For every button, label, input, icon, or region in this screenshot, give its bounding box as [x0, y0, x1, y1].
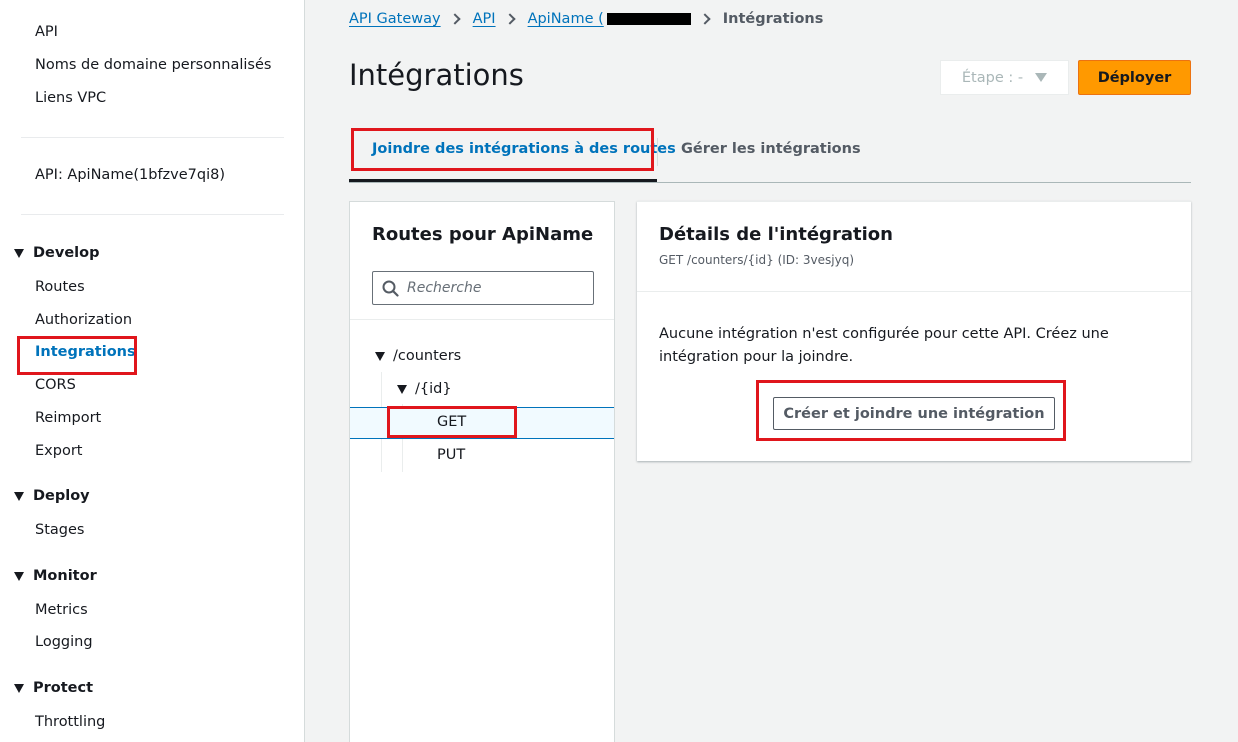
panel-divider	[637, 291, 1191, 292]
breadcrumb-api-name[interactable]: ApiName (	[528, 11, 691, 27]
caret-down-icon	[14, 248, 24, 258]
chevron-right-icon	[448, 13, 461, 25]
integration-details-panel: Détails de l'intégration GET /counters/{…	[637, 201, 1191, 461]
nav-metrics[interactable]: Metrics	[35, 602, 88, 618]
page-title: Intégrations	[349, 58, 524, 92]
route-method-get-label[interactable]: GET	[437, 414, 466, 430]
nav-reimport[interactable]: Reimport	[35, 410, 101, 426]
section-deploy-label: Deploy	[33, 488, 90, 504]
breadcrumb-api-name-text: ApiName (	[527, 11, 604, 27]
route-child[interactable]: /{id}	[397, 381, 452, 397]
nav-routes[interactable]: Routes	[35, 279, 85, 295]
section-develop-label: Develop	[33, 245, 100, 261]
nav-divider	[21, 214, 284, 215]
route-root[interactable]: /counters	[375, 348, 461, 364]
caret-down-icon	[397, 384, 407, 394]
route-root-label: /counters	[393, 348, 462, 364]
nav-logging[interactable]: Logging	[35, 634, 93, 650]
create-attach-integration-button[interactable]: Créer et joindre une intégration	[773, 397, 1055, 430]
tab-divider	[657, 138, 658, 166]
route-child-label: /{id}	[415, 381, 452, 397]
nav-export[interactable]: Export	[35, 443, 82, 459]
nav-custom-domains[interactable]: Noms de domaine personnalisés	[35, 57, 271, 73]
search-box	[372, 271, 594, 305]
tab-manage-integrations[interactable]: Gérer les intégrations	[681, 141, 861, 165]
caret-down-icon	[14, 491, 24, 501]
section-protect-label: Protect	[33, 680, 94, 696]
search-icon	[382, 280, 399, 297]
breadcrumb-api[interactable]: API	[473, 11, 496, 27]
route-method-get[interactable]	[350, 407, 614, 439]
routes-panel-title: Routes pour ApiName	[372, 224, 594, 245]
nav-stages[interactable]: Stages	[35, 522, 84, 538]
routes-panel: Routes pour ApiName /counters /{id} GET …	[349, 201, 615, 742]
nav-authorization[interactable]: Authorization	[35, 312, 132, 328]
section-monitor-label: Monitor	[33, 568, 97, 584]
chevron-right-icon	[699, 13, 711, 25]
caret-down-icon	[375, 351, 385, 361]
caret-down-icon	[14, 683, 24, 693]
tab-active-indicator	[349, 179, 657, 182]
nav-vpc-links[interactable]: Liens VPC	[35, 90, 106, 106]
breadcrumb-api-gateway[interactable]: API Gateway	[349, 11, 441, 27]
nav-throttling[interactable]: Throttling	[35, 714, 105, 730]
caret-down-icon	[1035, 73, 1048, 82]
details-panel-subtitle: GET /counters/{id} (ID: 3vesjyq)	[659, 253, 854, 267]
breadcrumb: API Gateway API ApiName ( Intégrations	[349, 8, 823, 30]
route-method-put[interactable]: PUT	[437, 447, 465, 463]
section-develop-toggle[interactable]: Develop	[14, 245, 99, 261]
tabs-underline	[349, 182, 1191, 183]
section-monitor-toggle[interactable]: Monitor	[14, 568, 97, 584]
nav-api[interactable]: API	[35, 24, 58, 40]
section-protect-toggle[interactable]: Protect	[14, 680, 93, 696]
nav-cors[interactable]: CORS	[35, 377, 76, 393]
chevron-right-icon	[503, 13, 516, 25]
stage-select[interactable]: Étape : -	[940, 60, 1069, 95]
stage-select-value: Étape : -	[961, 69, 1024, 86]
redacted-block	[606, 13, 691, 25]
tab-attach-integrations[interactable]: Joindre des intégrations à des routes	[372, 141, 676, 165]
section-deploy-toggle[interactable]: Deploy	[14, 488, 90, 504]
nav-integrations[interactable]: Integrations	[35, 344, 136, 360]
no-integration-message: Aucune intégration n'est configurée pour…	[659, 326, 1109, 365]
nav-api-name[interactable]: API: ApiName(1bfzve7qi8)	[35, 167, 225, 183]
deploy-button[interactable]: Déployer	[1078, 60, 1191, 95]
sidebar: API Noms de domaine personnalisés Liens …	[0, 0, 305, 742]
breadcrumb-current: Intégrations	[722, 11, 824, 27]
nav-divider	[21, 137, 284, 138]
search-input[interactable]	[407, 272, 587, 304]
panel-divider	[350, 319, 614, 320]
details-panel-title: Détails de l'intégration	[659, 224, 893, 245]
caret-down-icon	[14, 571, 24, 581]
